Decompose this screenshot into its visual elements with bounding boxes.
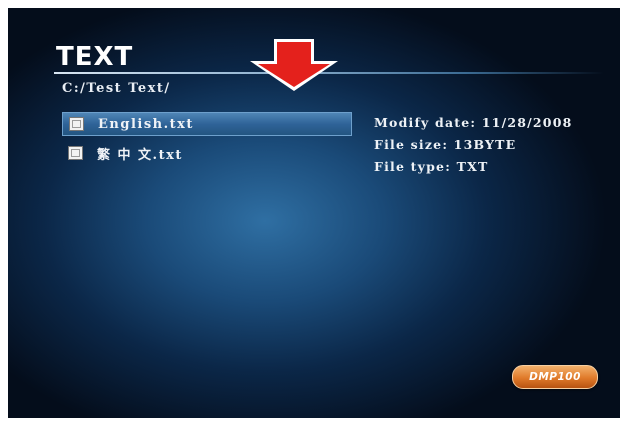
device-logo-label: DMP100 — [529, 371, 581, 383]
file-item-chinese[interactable]: 繁 中 文.txt — [62, 141, 352, 165]
file-icon — [69, 117, 84, 131]
page-title: TEXT — [56, 42, 134, 72]
file-item-english[interactable]: English.txt — [62, 112, 352, 136]
file-type: File type: TXT — [374, 159, 489, 174]
file-item-label: 繁 中 文.txt — [97, 147, 183, 163]
file-item-label: English.txt — [98, 116, 194, 132]
device-logo-badge: DMP100 — [512, 365, 598, 389]
modify-date: Modify date: 11/28/2008 — [374, 115, 573, 130]
folder-path: C:/Test Text/ — [62, 81, 171, 96]
file-size: File size: 13BYTE — [374, 137, 517, 152]
file-icon — [68, 146, 83, 160]
down-arrow-icon — [250, 39, 338, 91]
tv-screen: TEXT C:/Test Text/ English.txt 繁 中 文.txt… — [8, 8, 620, 418]
